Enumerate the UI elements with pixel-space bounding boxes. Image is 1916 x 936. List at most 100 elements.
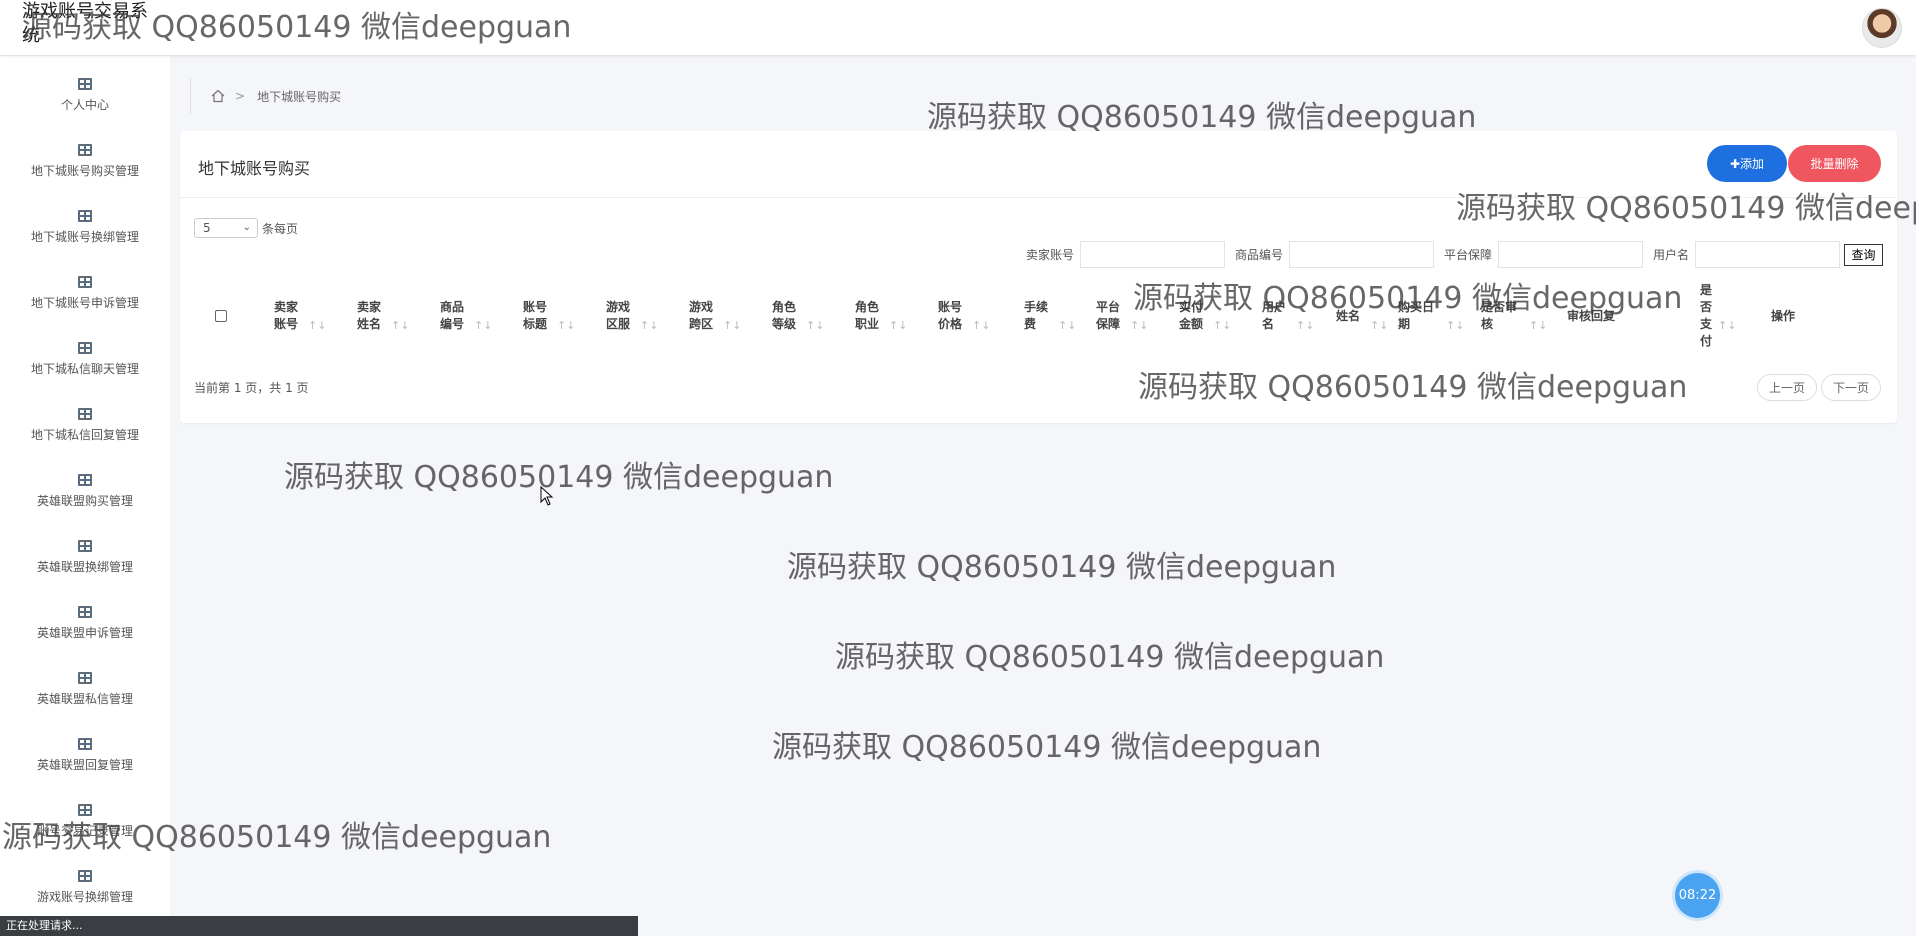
sort-icon[interactable]: ↑↓ [391,317,409,334]
sort-icon[interactable]: ↑↓ [723,317,741,334]
sidebar-item-dnf-rebind[interactable]: 地下城账号换绑管理 [0,194,170,260]
sort-icon[interactable]: ↑↓ [1058,317,1076,334]
column-header[interactable]: 实付金额 ↑↓ [1179,278,1231,354]
sidebar-item-dnf-chat[interactable]: 地下城私信聊天管理 [0,326,170,392]
home-icon[interactable] [211,89,225,103]
column-header[interactable]: 购买日期 ↑↓ [1398,278,1464,354]
column-header[interactable]: 用户名 ↑↓ [1262,278,1314,354]
sidebar-item-dnf-appeal[interactable]: 地下城账号申诉管理 [0,260,170,326]
column-label: 账号价格 [938,300,963,331]
search-label-product-no: 商品编号 [1235,248,1284,262]
sidebar-item-label: 英雄联盟私信管理 [36,691,133,706]
sidebar-item-lol-message[interactable]: 英雄联盟私信管理 [0,656,170,722]
sidebar-item-account-rebind[interactable]: 游戏账号换绑管理 [0,854,170,920]
prev-page-button[interactable]: 上一页 [1757,374,1817,401]
next-page-button[interactable]: 下一页 [1821,374,1881,401]
mouse-cursor-icon [540,486,554,506]
table-icon [78,473,92,486]
sidebar-item-label: 英雄联盟申诉管理 [36,625,133,640]
main-card: 地下城账号购买 ✚添加 批量删除 5 ⌄ 条每页 卖家账号 商品编号 平台保障 … [180,131,1897,423]
table-icon [78,275,92,288]
chevron-down-icon: ⌄ [242,222,251,233]
column-header: 操作 [1771,278,1811,354]
watermark-text: 源码获取 QQ86050149 微信deepguan [772,730,1322,765]
clock-bubble[interactable]: 08:22 [1675,873,1720,918]
column-header[interactable]: 是否审核 ↑↓ [1481,278,1547,354]
sidebar-item-label: 地下城账号购买管理 [30,163,139,178]
table-icon [78,737,92,750]
username-input[interactable] [1695,241,1841,268]
sidebar-item-label: 地下城私信聊天管理 [30,361,139,376]
column-header[interactable]: 平台保障 ↑↓ [1096,278,1148,354]
column-header[interactable]: 商品编号 ↑↓ [440,278,492,354]
column-label: 操作 [1771,308,1796,323]
sort-icon[interactable]: ↑↓ [1213,317,1231,334]
column-header[interactable]: 手续费 ↑↓ [1024,278,1076,354]
search-label-platform-guarantee: 平台保障 [1444,248,1493,262]
sidebar-item-label: 地下城账号申诉管理 [30,295,139,310]
sidebar-item-trade-records[interactable]: 账号交易记录管理 [0,788,170,854]
column-header[interactable]: 账号标题 ↑↓ [523,278,575,354]
table-icon [78,143,92,156]
add-button[interactable]: ✚添加 [1707,145,1787,182]
column-header[interactable]: 是否支付 ↑↓ [1700,278,1736,354]
sidebar-item-lol-rebind[interactable]: 英雄联盟换绑管理 [0,524,170,590]
sort-icon[interactable]: ↑↓ [308,317,326,334]
sidebar-item-label: 游戏账号换绑管理 [36,889,133,904]
sidebar-item-dnf-reply[interactable]: 地下城私信回复管理 [0,392,170,458]
sort-icon[interactable]: ↑↓ [889,317,907,334]
sidebar-item-label: 个人中心 [60,97,109,112]
table-icon [78,671,92,684]
sort-icon[interactable]: ↑↓ [1529,317,1547,334]
sort-icon[interactable]: ↑↓ [1370,317,1388,334]
batch-delete-button[interactable]: 批量删除 [1788,145,1881,182]
sidebar-item-personal-center[interactable]: 个人中心 [0,62,170,128]
watermark-text: 源码获取 QQ86050149 微信deepguan [284,460,834,495]
sidebar-item-lol-appeal[interactable]: 英雄联盟申诉管理 [0,590,170,656]
column-label: 平台保障 [1096,300,1121,331]
status-bar: 正在处理请求... [0,916,638,936]
sort-icon[interactable]: ↑↓ [640,317,658,334]
checkbox-icon [215,310,227,322]
sort-icon[interactable]: ↑↓ [1296,317,1314,334]
column-header[interactable]: 游戏跨区 ↑↓ [689,278,741,354]
column-header[interactable]: 角色职业 ↑↓ [855,278,907,354]
sidebar-item-dnf-purchase[interactable]: 地下城账号购买管理 [0,128,170,194]
sidebar-item-label: 地下城私信回复管理 [30,427,139,442]
column-label: 账号标题 [523,300,548,331]
breadcrumb-current: 地下城账号购买 [257,89,342,104]
column-header[interactable]: 卖家姓名 ↑↓ [357,278,409,354]
sort-icon[interactable]: ↑↓ [972,317,990,334]
sort-icon[interactable]: ↑↓ [806,317,824,334]
sort-icon[interactable]: ↑↓ [1446,317,1464,334]
watermark-text: 源码获取 QQ86050149 微信deepguan [927,100,1477,135]
column-label: 卖家账号 [274,300,299,331]
column-header[interactable]: 游戏区服 ↑↓ [606,278,658,354]
sort-icon[interactable]: ↑↓ [1130,317,1148,334]
sort-icon[interactable]: ↑↓ [1718,317,1736,334]
column-label: 游戏跨区 [689,300,714,331]
sidebar-item-lol-reply[interactable]: 英雄联盟回复管理 [0,722,170,788]
query-button[interactable]: 查询 [1844,243,1884,266]
column-header[interactable]: 角色等级 ↑↓ [772,278,824,354]
column-label: 是否审核 [1481,300,1518,331]
user-avatar[interactable] [1862,8,1902,48]
table-header: 卖家账号 ↑↓ 卖家姓名 ↑↓ 商品编号 ↑↓ 账号标题 ↑↓ 游戏区服 ↑↓ 游戏跨区 ↑… [180,278,1897,354]
sidebar-item-lol-purchase[interactable]: 英雄联盟购买管理 [0,458,170,524]
page-size-select[interactable]: 5 ⌄ [194,218,258,238]
column-label: 用户名 [1262,300,1287,331]
app-title: 游戏账号交易系统 [22,1,148,46]
column-label: 角色等级 [772,300,797,331]
select-all-checkbox[interactable] [215,278,227,354]
page-size-selector: 5 ⌄ 条每页 [194,218,298,238]
column-header[interactable]: 姓名 ↑↓ [1336,278,1388,354]
table-icon [78,605,92,618]
product-no-input[interactable] [1289,241,1435,268]
search-bar: 卖家账号 商品编号 平台保障 用户名 查询 [1016,241,1884,268]
column-header[interactable]: 账号价格 ↑↓ [938,278,990,354]
sort-icon[interactable]: ↑↓ [474,317,492,334]
sort-icon[interactable]: ↑↓ [557,317,575,334]
platform-guarantee-input[interactable] [1498,241,1644,268]
column-header[interactable]: 卖家账号 ↑↓ [274,278,326,354]
seller-account-input[interactable] [1080,241,1226,268]
